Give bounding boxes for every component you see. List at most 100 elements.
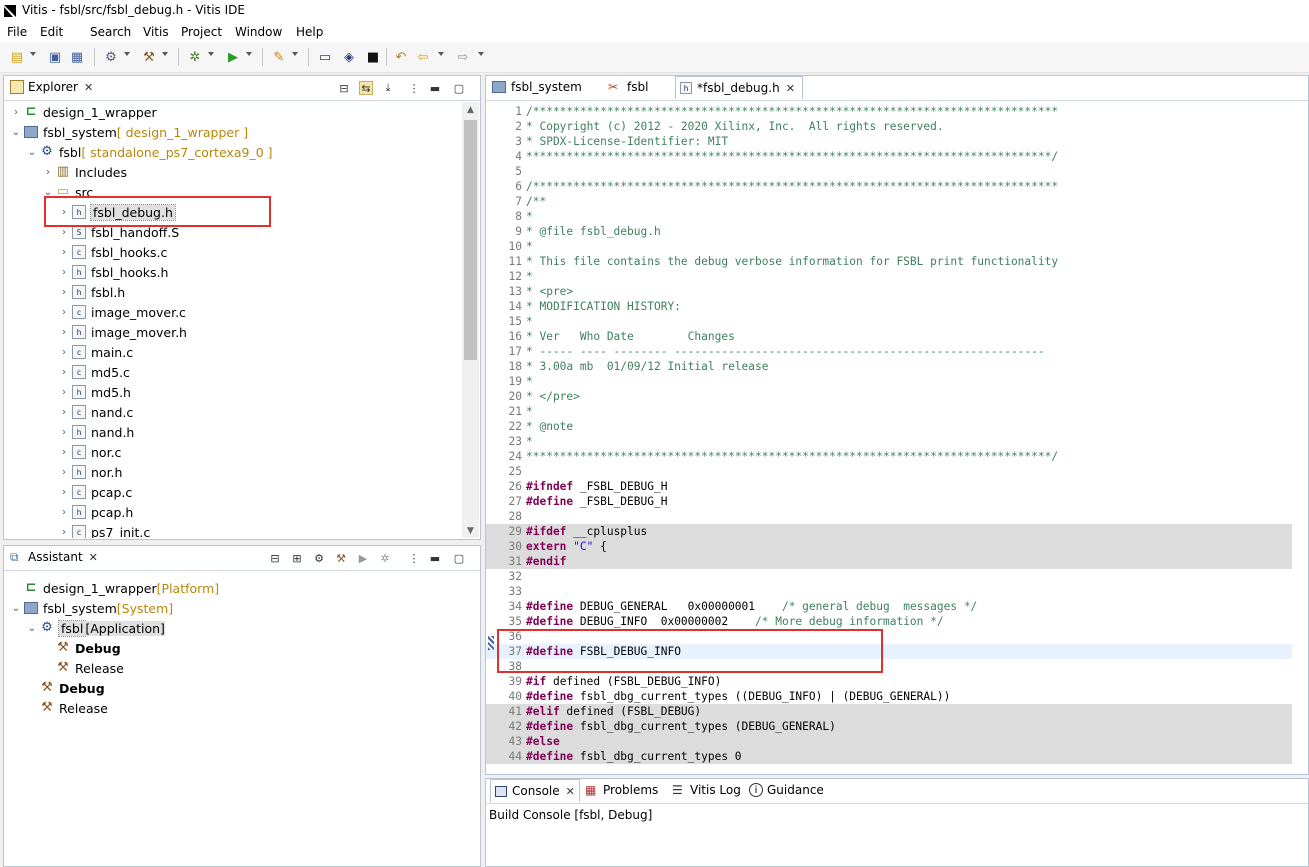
code-line[interactable]: 29 #ifdef __cplusplus — [486, 524, 1292, 539]
save-all-icon[interactable]: ▦ — [68, 48, 86, 66]
new-dropdown-icon[interactable] — [30, 52, 36, 56]
expand-all-icon[interactable]: ⊞ — [290, 551, 304, 565]
code-line[interactable]: 34 #define DEBUG_GENERAL 0x00000001 /* ge… — [486, 599, 1292, 614]
explorer-tree-item[interactable]: ⌄ fsbl_system [ design_1_wrapper ] — [10, 122, 248, 142]
assistant-tree-item[interactable]: ⌄ ⚙ fsbl [Application] — [26, 618, 165, 638]
menu-window[interactable]: Window — [235, 25, 282, 39]
build-dropdown-icon[interactable] — [162, 52, 168, 56]
chevron-down-icon[interactable]: ⌄ — [10, 603, 22, 614]
chevron-down-icon[interactable]: ⌄ — [10, 127, 22, 138]
menu-help[interactable]: Help — [296, 25, 323, 39]
code-line[interactable]: 9 * @file fsbl_debug.h — [486, 224, 1292, 239]
debug-dropdown-icon[interactable] — [208, 52, 214, 56]
build-config-dropdown-icon[interactable] — [124, 52, 130, 56]
guidance-tab[interactable]: i Guidance — [749, 779, 824, 801]
console-tab[interactable]: Console ✕ — [490, 779, 580, 802]
code-line[interactable]: 2 * Copyright (c) 2012 - 2020 Xilinx, Inc… — [486, 119, 1292, 134]
code-line[interactable]: 39 #if defined (FSBL_DEBUG_INFO) — [486, 674, 1292, 689]
code-line[interactable]: 35 #define DEBUG_INFO 0x00000002 /* More … — [486, 614, 1292, 629]
forward-dropdown-icon[interactable] — [478, 52, 484, 56]
chevron-right-icon[interactable]: › — [58, 447, 70, 458]
chevron-right-icon[interactable]: › — [58, 267, 70, 278]
code-line[interactable]: 17 * ----- ---- -------- ----------------… — [486, 344, 1292, 359]
minimize-icon[interactable]: ▬ — [428, 551, 442, 565]
menu-edit[interactable]: Edit — [40, 25, 63, 39]
code-line[interactable]: 13 * <pre> — [486, 284, 1292, 299]
maximize-icon[interactable]: ▢ — [452, 81, 466, 95]
chevron-right-icon[interactable]: › — [58, 427, 70, 438]
problems-tab[interactable]: ▦ Problems — [585, 779, 658, 801]
code-line[interactable]: 6 /**************************************… — [486, 179, 1292, 194]
explorer-tree-item[interactable]: › c nand.c — [58, 402, 133, 422]
assistant-tree-item[interactable]: ⚒ Debug — [42, 638, 120, 658]
chevron-right-icon[interactable]: › — [58, 507, 70, 518]
code-line[interactable]: 43 #else — [486, 734, 1292, 749]
new-icon[interactable]: ▤ — [8, 48, 26, 66]
assistant-tab[interactable]: ⧉ Assistant ✕ — [10, 546, 98, 568]
code-line[interactable]: 30 extern "C" { — [486, 539, 1292, 554]
build-config-icon[interactable]: ⚙ — [102, 48, 120, 66]
run-icon[interactable]: ▶ — [224, 48, 242, 66]
chevron-right-icon[interactable]: › — [42, 167, 54, 178]
maximize-icon[interactable]: ▢ — [452, 551, 466, 565]
code-editor[interactable]: 1/**************************************… — [486, 102, 1308, 774]
code-line[interactable]: 7 /** — [486, 194, 1292, 209]
chevron-right-icon[interactable]: › — [10, 107, 22, 118]
explorer-tree-item[interactable]: › c md5.c — [58, 362, 130, 382]
code-line[interactable]: 33 — [486, 584, 1292, 599]
explorer-scroll-thumb[interactable] — [464, 120, 477, 360]
code-line[interactable]: 24 **************************************… — [486, 449, 1292, 464]
forward-arrow-icon[interactable]: ⇨ — [454, 48, 472, 66]
chevron-right-icon[interactable]: › — [58, 367, 70, 378]
explorer-tree-item[interactable]: › c ps7_init.c — [58, 522, 150, 538]
explorer-tree-item[interactable]: › ⊏ design_1_wrapper — [10, 102, 157, 122]
close-icon[interactable]: ✕ — [84, 81, 93, 94]
chevron-right-icon[interactable]: › — [58, 407, 70, 418]
explorer-tree-item[interactable]: › c pcap.c — [58, 482, 132, 502]
chevron-right-icon[interactable]: › — [58, 347, 70, 358]
code-line[interactable]: 15 * — [486, 314, 1292, 329]
chevron-right-icon[interactable]: › — [58, 247, 70, 258]
explorer-tree-item[interactable]: › h nand.h — [58, 422, 134, 442]
assistant-tree-item[interactable]: ⚒ Release — [26, 698, 108, 718]
view-menu-icon[interactable]: ⋮ — [407, 81, 421, 95]
assistant-tree-item[interactable]: ⌄ fsbl_system [System] — [10, 598, 173, 618]
back-dropdown-icon[interactable] — [438, 52, 444, 56]
save-icon[interactable]: ▣ — [46, 48, 64, 66]
view-menu-icon[interactable]: ⋮ — [407, 551, 421, 565]
menu-file[interactable]: File — [7, 25, 27, 39]
run-icon[interactable]: ▶ — [356, 551, 370, 565]
minimize-icon[interactable]: ▬ — [428, 81, 442, 95]
run-dropdown-icon[interactable] — [246, 52, 252, 56]
hammer-icon[interactable]: ⚒ — [140, 48, 158, 66]
code-line[interactable]: 44 #define fsbl_dbg_current_types 0 — [486, 749, 1292, 764]
debug-bug-icon[interactable]: ✲ — [378, 551, 392, 565]
chevron-down-icon[interactable]: ⌄ — [26, 147, 38, 158]
collapse-all-icon[interactable]: ⊟ — [268, 551, 282, 565]
chevron-right-icon[interactable]: › — [58, 487, 70, 498]
scroll-up-icon[interactable]: ▲ — [467, 105, 474, 115]
code-line[interactable]: 25 — [486, 464, 1292, 479]
code-line[interactable]: 8 * — [486, 209, 1292, 224]
code-line[interactable]: 12 * — [486, 269, 1292, 284]
code-line[interactable]: 10 * — [486, 239, 1292, 254]
explorer-tree-item[interactable]: › h md5.h — [58, 382, 131, 402]
explorer-tree-item[interactable]: › ▥ Includes — [42, 162, 127, 182]
code-line[interactable]: 11 * This file contains the debug verbose… — [486, 254, 1292, 269]
close-icon[interactable]: ✕ — [566, 785, 575, 798]
explorer-tree-item[interactable]: › c nor.c — [58, 442, 121, 462]
close-icon[interactable]: ✕ — [89, 551, 98, 564]
explorer-tab[interactable]: Explorer ✕ — [10, 76, 93, 98]
vitis-log-tab[interactable]: ☰ Vitis Log — [672, 779, 741, 801]
chevron-right-icon[interactable]: › — [58, 307, 70, 318]
scroll-down-icon[interactable]: ▼ — [467, 526, 474, 536]
hammer-icon[interactable]: ⚒ — [334, 551, 348, 565]
code-line[interactable]: 27 #define _FSBL_DEBUG_H — [486, 494, 1292, 509]
explorer-tree-item[interactable]: › c fsbl_hooks.c — [58, 242, 167, 262]
code-line[interactable]: 42 #define fsbl_dbg_current_types (DEBUG_… — [486, 719, 1292, 734]
chevron-right-icon[interactable]: › — [58, 467, 70, 478]
code-line[interactable]: 16 * Ver Who Date Changes — [486, 329, 1292, 344]
program-fpga-icon[interactable]: ◈ — [340, 48, 358, 66]
menu-project[interactable]: Project — [181, 25, 222, 39]
explorer-tree-item[interactable]: › h fsbl_hooks.h — [58, 262, 168, 282]
